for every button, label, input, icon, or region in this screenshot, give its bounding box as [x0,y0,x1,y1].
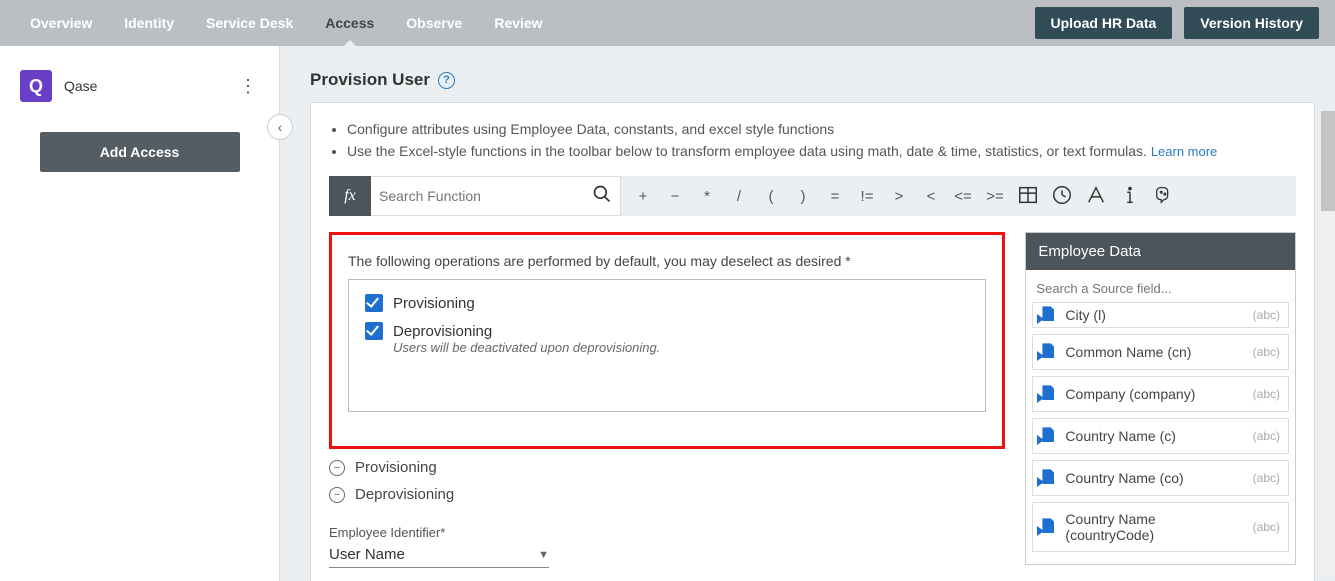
checkbox-deprovisioning-label: Deprovisioning [393,323,492,340]
field-icon [1039,518,1055,536]
topbar-actions: Upload HR Data Version History [1035,7,1320,39]
version-history-button[interactable]: Version History [1184,7,1319,39]
operations-highlight: The following operations are performed b… [329,232,1005,449]
field-type: (abc) [1253,387,1280,401]
checkbox-provisioning[interactable] [365,294,383,312]
kebab-menu-icon[interactable]: ⋮ [237,76,259,97]
field-type: (abc) [1253,471,1280,485]
collapse-icon[interactable]: − [329,460,345,476]
field-type: (abc) [1253,308,1280,322]
chevron-down-icon: ▼ [538,549,549,561]
employee-data-panel: Employee Data City (l) (abc) [1025,232,1296,565]
field-icon [1039,385,1055,403]
checkbox-provisioning-row: Provisioning [365,294,969,312]
app-name: Qase [64,78,225,94]
deprovisioning-note: Users will be deactivated upon deprovisi… [393,340,969,355]
add-access-button[interactable]: Add Access [40,132,240,172]
employee-data-search[interactable] [1026,270,1295,302]
instruction-item: Configure attributes using Employee Data… [347,119,1296,141]
field-type: (abc) [1253,345,1280,359]
app-icon: Q [20,70,52,102]
instruction-item: Use the Excel-style functions in the too… [347,141,1296,163]
op-div[interactable]: / [725,188,753,205]
fx-operators: + − * / ( ) = != > < <= >= [621,176,1296,216]
field-city[interactable]: City (l) (abc) [1032,302,1289,328]
page-title: Provision User [310,70,430,90]
tab-observe[interactable]: Observe [392,0,476,46]
field-label: City (l) [1065,307,1105,323]
nav-tabs: Overview Identity Service Desk Access Ob… [16,0,557,46]
employee-data-title: Employee Data [1026,233,1295,270]
top-nav: Overview Identity Service Desk Access Ob… [0,0,1335,46]
help-icon[interactable]: ? [438,72,455,89]
text-icon[interactable] [1081,184,1111,209]
field-type: (abc) [1253,520,1280,534]
section-provisioning-label: Provisioning [355,459,437,476]
op-plus[interactable]: + [629,188,657,205]
section-deprovisioning[interactable]: − Deprovisioning [329,486,1005,503]
field-icon [1039,306,1055,324]
op-eq[interactable]: = [821,188,849,205]
upload-hr-data-button[interactable]: Upload HR Data [1035,7,1173,39]
scrollbar[interactable] [1321,111,1335,571]
tab-identity[interactable]: Identity [110,0,188,46]
fx-label: fx [329,176,371,216]
employee-field-list: City (l) (abc) Common Name (cn) (abc) Co… [1026,302,1295,564]
field-label: Country Name (co) [1065,470,1183,486]
checkbox-deprovisioning-row: Deprovisioning [365,322,969,340]
employee-identifier-label: Employee Identifier* [329,525,1005,540]
tab-access[interactable]: Access [311,0,388,46]
section-deprovisioning-label: Deprovisioning [355,486,454,503]
op-mult[interactable]: * [693,188,721,205]
checkbox-provisioning-label: Provisioning [393,295,475,312]
function-toolbar: fx + − * / ( ) = != > < [329,176,1296,216]
collapse-icon[interactable]: − [329,487,345,503]
field-label: Common Name (cn) [1065,344,1191,360]
op-gte[interactable]: >= [981,188,1009,205]
fx-search-box[interactable] [371,176,621,216]
instruction-list: Configure attributes using Employee Data… [329,119,1296,162]
op-minus[interactable]: − [661,188,689,205]
field-label: Country Name (c) [1065,428,1175,444]
field-common-name[interactable]: Common Name (cn) (abc) [1032,334,1289,370]
operations-panel: Provisioning Deprovisioning Users will b… [348,279,986,412]
app-row[interactable]: Q Qase ⋮ [16,66,263,122]
clock-icon[interactable] [1047,184,1077,209]
op-lparen[interactable]: ( [757,188,785,205]
field-label: Company (company) [1065,386,1195,402]
tab-service-desk[interactable]: Service Desk [192,0,307,46]
table-icon[interactable] [1013,184,1043,209]
field-type: (abc) [1253,429,1280,443]
field-company[interactable]: Company (company) (abc) [1032,376,1289,412]
learn-more-link[interactable]: Learn more [1151,144,1217,159]
sidebar: Q Qase ⋮ Add Access ‹ [0,46,280,581]
tab-review[interactable]: Review [480,0,556,46]
field-country-c[interactable]: Country Name (c) (abc) [1032,418,1289,454]
brain-icon[interactable] [1149,184,1179,209]
field-country-code[interactable]: Country Name (countryCode) (abc) [1032,502,1289,552]
op-gt[interactable]: > [885,188,913,205]
employee-identifier-select[interactable]: User Name ▼ [329,540,549,568]
config-card: Configure attributes using Employee Data… [310,102,1315,581]
field-country-co[interactable]: Country Name (co) (abc) [1032,460,1289,496]
op-lte[interactable]: <= [949,188,977,205]
employee-identifier-value: User Name [329,546,405,563]
info-icon[interactable] [1115,184,1145,209]
operations-header: The following operations are performed b… [348,253,986,269]
field-icon [1039,343,1055,361]
search-icon[interactable] [592,184,612,209]
fx-search-input[interactable] [379,188,592,204]
field-label: Country Name (countryCode) [1065,511,1242,543]
scrollbar-thumb[interactable] [1321,111,1335,211]
checkbox-deprovisioning[interactable] [365,322,383,340]
field-icon [1039,469,1055,487]
op-lt[interactable]: < [917,188,945,205]
field-icon [1039,427,1055,445]
section-provisioning[interactable]: − Provisioning [329,459,1005,476]
op-neq[interactable]: != [853,188,881,205]
op-rparen[interactable]: ) [789,188,817,205]
main-content: Provision User ? Configure attributes us… [280,46,1335,581]
employee-data-search-input[interactable] [1036,281,1285,296]
tab-overview[interactable]: Overview [16,0,106,46]
